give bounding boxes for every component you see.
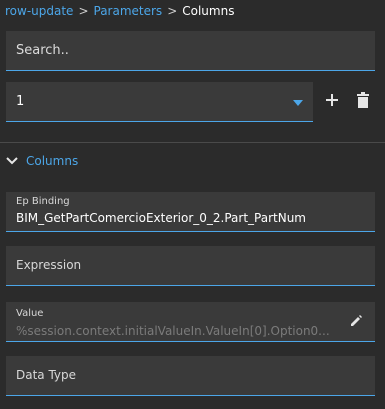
breadcrumb-separator: > (78, 4, 89, 18)
value-ghost-text: %session.context.initialValueIn.ValueIn[… (16, 324, 330, 338)
breadcrumb-parameters[interactable]: Parameters (94, 4, 163, 18)
value-field[interactable]: Value %session.context.initialValueIn.Va… (6, 302, 375, 342)
breadcrumb-separator: > (167, 4, 178, 18)
caret-down-icon (293, 100, 303, 106)
columns-section-toggle[interactable]: Columns (6, 153, 78, 169)
row-selector-dropdown[interactable]: 1 (6, 82, 313, 122)
expression-placeholder: Expression (16, 258, 82, 272)
chevron-down-icon (6, 157, 18, 165)
divider (0, 142, 385, 143)
section-title: Columns (26, 154, 79, 168)
breadcrumb-columns: Columns (182, 4, 235, 18)
ep-binding-label: Ep Binding (16, 196, 70, 207)
value-label: Value (16, 308, 44, 319)
ep-binding-value: BIM_GetPartComercioExterior_0_2.Part_Par… (16, 211, 306, 225)
pencil-icon[interactable] (349, 314, 363, 328)
data-type-placeholder: Data Type (16, 368, 77, 382)
breadcrumb: row-update > Parameters > Columns (5, 3, 234, 19)
add-button[interactable] (324, 92, 340, 108)
plus-icon (326, 94, 338, 106)
data-type-field[interactable]: Data Type (6, 356, 375, 396)
trash-icon (357, 92, 369, 108)
breadcrumb-row-update[interactable]: row-update (5, 4, 73, 18)
row-selector-value: 1 (16, 94, 25, 109)
delete-button[interactable] (356, 92, 370, 108)
search-box (6, 31, 375, 71)
expression-field[interactable]: Expression (6, 246, 375, 286)
search-input[interactable] (6, 31, 375, 70)
ep-binding-field[interactable]: Ep Binding BIM_GetPartComercioExterior_0… (6, 192, 375, 232)
